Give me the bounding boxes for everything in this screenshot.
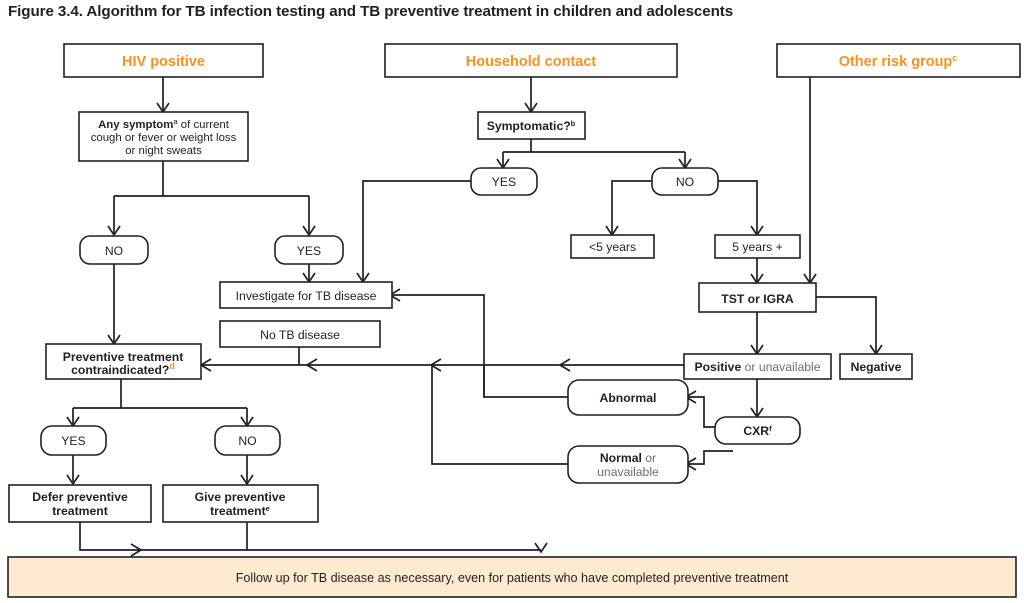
node-give-preventive-treatment-line2: treatmente: [210, 504, 270, 519]
edge-abnormal-to-investigate: [392, 294, 568, 398]
node-tst-or-igra[interactable]: TST or IGRA: [698, 282, 817, 313]
node-any-symptom-line3: or night sweats: [125, 145, 202, 157]
entry-household-contact[interactable]: Household contact: [384, 43, 678, 78]
node-investigate-for-tb-disease-label: Investigate for TB disease: [236, 289, 377, 303]
node-preventive-treatment-contraindicated-line1: Preventive treatment: [63, 350, 184, 364]
node-5-years-plus[interactable]: 5 years +: [714, 234, 801, 259]
node-follow-up-bar-label: Follow up for TB disease as necessary, e…: [236, 571, 789, 585]
node-hiv-no-label: NO: [105, 244, 123, 258]
flowchart-svg: HIV positive Household contact Other ris…: [7, 43, 1021, 598]
node-5-years-plus-label: 5 years +: [732, 240, 782, 254]
edge-contraindicated-split: [72, 378, 248, 424]
entry-hiv-positive-label: HIV positive: [122, 54, 205, 70]
entry-hiv-positive[interactable]: HIV positive: [63, 43, 264, 78]
node-positive-or-unavailable-label: Positive or unavailable: [694, 360, 820, 374]
node-abnormal-label: Abnormal: [600, 391, 657, 405]
node-follow-up-bar[interactable]: Follow up for TB disease as necessary, e…: [7, 556, 1017, 598]
node-symptomatic[interactable]: Symptomatic?b: [477, 111, 586, 140]
edge-tstigra-to-negative: [816, 296, 877, 352]
node-hc-yes[interactable]: YES: [470, 167, 538, 196]
node-under-5-years[interactable]: <5 years: [570, 234, 655, 259]
node-hc-no[interactable]: NO: [651, 167, 719, 196]
node-cxr-label: CXRf: [743, 424, 772, 439]
node-normal-or-unavailable-line1: Normal or: [600, 451, 656, 465]
node-any-symptom-line1: Any symptoma of current: [98, 117, 230, 132]
node-ct-no-label: NO: [238, 434, 256, 448]
node-no-tb-disease[interactable]: No TB disease: [219, 320, 381, 348]
node-give-preventive-treatment-line1: Give preventive: [195, 490, 286, 504]
node-any-symptom-line2: cough or fever or weight loss: [91, 132, 237, 144]
node-hiv-no[interactable]: NO: [79, 235, 149, 265]
entry-household-contact-label: Household contact: [466, 54, 597, 70]
node-preventive-treatment-contraindicated-superscript: d: [169, 361, 175, 371]
node-normal-or-unavailable-line2: unavailable: [597, 465, 659, 479]
entry-other-risk-group[interactable]: Other risk groupc: [776, 43, 1021, 78]
entry-other-risk-group-superscript: c: [952, 53, 957, 63]
node-ct-yes[interactable]: YES: [40, 425, 107, 456]
node-preventive-treatment-contraindicated-line2: contraindicated?d: [71, 361, 175, 377]
node-negative[interactable]: Negative: [839, 353, 913, 380]
node-hc-no-label: NO: [676, 175, 694, 189]
entry-other-risk-group-label: Other risk groupc: [839, 53, 958, 70]
edge-cxr-to-normal: [688, 450, 733, 465]
node-any-symptom[interactable]: Any symptoma of current cough or fever o…: [78, 111, 249, 162]
node-symptomatic-label: Symptomatic?b: [487, 119, 576, 134]
node-ct-yes-label: YES: [61, 434, 85, 448]
edge-hcyes-to-investigate: [362, 180, 475, 280]
node-investigate-for-tb-disease[interactable]: Investigate for TB disease: [219, 281, 393, 309]
edge-symptomatic-split: [502, 139, 686, 166]
node-hc-yes-label: YES: [492, 175, 516, 189]
node-hiv-yes-label: YES: [297, 244, 321, 258]
edge-anysymptom-split: [113, 161, 310, 233]
node-negative-label: Negative: [851, 360, 902, 374]
node-defer-preventive-treatment-line2: treatment: [52, 504, 108, 518]
node-defer-preventive-treatment-line1: Defer preventive: [32, 490, 128, 504]
edge-normal-to-bus: [431, 365, 568, 465]
node-symptomatic-superscript: b: [571, 119, 576, 128]
node-tst-or-igra-label: TST or IGRA: [721, 292, 794, 306]
node-abnormal[interactable]: Abnormal: [567, 379, 689, 416]
node-hiv-yes[interactable]: YES: [274, 235, 344, 265]
figure-container: Figure 3.4. Algorithm for TB infection t…: [0, 0, 1024, 603]
node-give-preventive-treatment[interactable]: Give preventive treatmente: [162, 484, 319, 523]
node-defer-preventive-treatment[interactable]: Defer preventive treatment: [8, 484, 152, 523]
node-positive-or-unavailable[interactable]: Positive or unavailable: [683, 353, 832, 380]
node-normal-or-unavailable[interactable]: Normal or unavailable: [567, 445, 689, 484]
node-give-preventive-treatment-superscript: e: [266, 504, 270, 513]
node-preventive-treatment-contraindicated[interactable]: Preventive treatment contraindicated?d: [45, 343, 202, 380]
node-under-5-years-label: <5 years: [589, 240, 636, 254]
edge-defer-give-to-followup: [79, 522, 541, 551]
node-no-tb-disease-label: No TB disease: [260, 328, 340, 342]
node-ct-no[interactable]: NO: [214, 425, 281, 456]
node-cxr[interactable]: CXRf: [714, 416, 801, 445]
